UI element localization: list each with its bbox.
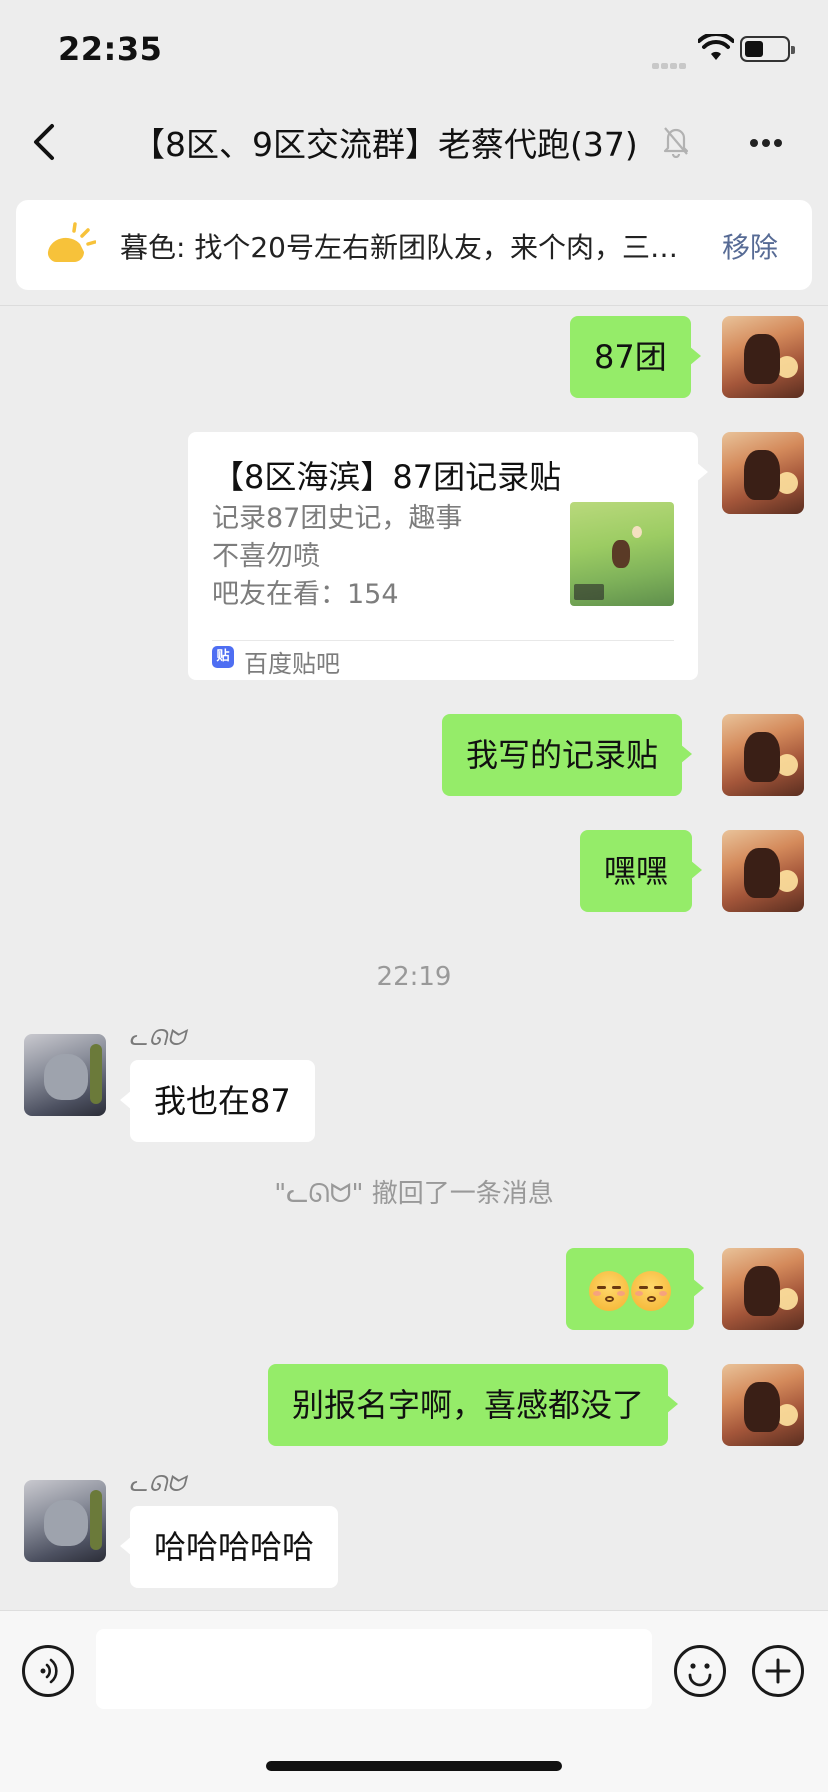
card-divider — [212, 640, 674, 641]
card-desc-line: 不喜勿喷 — [212, 541, 320, 572]
ellipsis-icon[interactable] — [750, 132, 790, 148]
tieba-logo-icon: 贴 — [212, 646, 234, 668]
message-bubble[interactable]: 我写的记录贴 — [442, 714, 693, 796]
card-desc-line: 记录87团史记，趣事 — [212, 503, 463, 534]
smirk-face-emoji — [631, 1271, 671, 1311]
plus-icon[interactable] — [752, 1645, 804, 1697]
message-input[interactable] — [96, 1629, 652, 1709]
sun-announcement-icon — [47, 222, 96, 262]
avatar[interactable] — [722, 1364, 804, 1446]
status-time: 22:35 — [58, 30, 163, 68]
notice-remove-button[interactable]: 移除 — [722, 226, 778, 266]
smirk-face-emoji — [589, 1271, 629, 1311]
input-bar — [0, 1610, 828, 1792]
avatar[interactable] — [722, 1248, 804, 1330]
chevron-left-icon[interactable] — [26, 118, 62, 166]
avatar[interactable] — [24, 1480, 106, 1562]
home-indicator[interactable] — [266, 1761, 562, 1771]
wifi-icon — [698, 34, 734, 60]
avatar[interactable] — [24, 1034, 106, 1116]
message-bubble[interactable]: 哈哈哈哈哈 — [119, 1506, 339, 1588]
link-card[interactable]: 【8区海滨】87团记录贴 记录87团史记，趣事 不喜勿喷 吧友在看：154 贴 … — [188, 432, 708, 680]
smiley-icon[interactable] — [674, 1645, 726, 1697]
message-bubble[interactable]: 我也在87 — [120, 1060, 315, 1142]
chat-timestamp: 22:19 — [376, 962, 452, 992]
chat-header: 【8区、9区交流群】老蔡代跑(37) — [0, 96, 828, 188]
emoji-message-bubble[interactable] — [566, 1248, 704, 1330]
divider — [0, 305, 828, 306]
avatar[interactable] — [722, 830, 804, 912]
sender-name: ᓚᘏᗢ — [130, 1472, 186, 1497]
voice-icon[interactable] — [22, 1645, 74, 1697]
card-title: 【8区海滨】87团记录贴 — [212, 458, 562, 496]
bell-slash-icon — [663, 127, 689, 158]
card-thumbnail — [570, 502, 674, 606]
message-bubble[interactable]: 别报名字啊，喜感都没了 — [268, 1364, 679, 1446]
sender-name: ᓚᘏᗢ — [130, 1026, 186, 1051]
message-bubble[interactable]: 87团 — [570, 316, 701, 398]
chat-title: 【8区、9区交流群】老蔡代跑(37) — [132, 125, 638, 164]
card-description: 记录87团史记，趣事 不喜勿喷 吧友在看：154 — [212, 500, 512, 614]
message-bubble[interactable]: 嘿嘿 — [580, 830, 703, 912]
avatar[interactable] — [722, 714, 804, 796]
cellular-signal-icon — [652, 54, 692, 69]
card-source: 百度贴吧 — [244, 650, 340, 678]
battery-icon — [740, 36, 795, 62]
card-desc-line: 吧友在看：154 — [212, 579, 399, 610]
status-bar: 22:35 — [0, 0, 828, 96]
avatar[interactable] — [722, 432, 804, 514]
notice-text: 暮色: 找个20号左右新团队友，来个肉，三… — [120, 231, 678, 264]
recall-notice: "ᓚᘏᗢ" 撤回了一条消息 — [274, 1179, 554, 1209]
pinned-notice[interactable]: 暮色: 找个20号左右新团队友，来个肉，三… 移除 — [16, 200, 812, 290]
avatar[interactable] — [722, 316, 804, 398]
